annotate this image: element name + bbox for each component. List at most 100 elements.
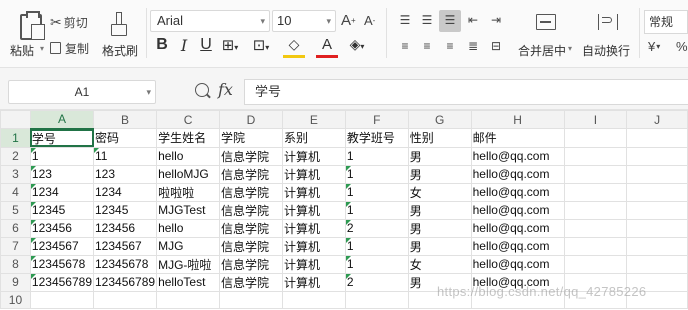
clear-format-icon[interactable]: ◈▾ <box>346 36 368 53</box>
align-top-icon[interactable]: ☰ <box>396 13 414 27</box>
cell-a4[interactable]: 1234 <box>29 182 95 202</box>
cell-c10[interactable] <box>156 290 221 310</box>
cell-d1[interactable]: 学院 <box>219 128 283 148</box>
formula-input[interactable]: 学号 <box>244 79 688 105</box>
column-header-i[interactable]: I <box>563 110 628 129</box>
align-center-icon[interactable]: ≡ <box>418 39 436 53</box>
cell-e3[interactable]: 计算机 <box>281 164 346 184</box>
cell-h8[interactable]: hello@qq.com <box>470 254 565 274</box>
cell-j9[interactable] <box>626 272 688 292</box>
font-color-icon[interactable]: A <box>316 36 338 58</box>
cell-j7[interactable] <box>626 236 688 256</box>
cell-g9[interactable]: 男 <box>407 272 472 292</box>
cell-g4[interactable]: 女 <box>407 182 472 202</box>
column-header-g[interactable]: G <box>407 110 472 129</box>
indent-decrease-icon[interactable]: ⇤ <box>464 13 482 27</box>
distributed-icon[interactable]: ⊟ <box>487 39 505 53</box>
cell-f9[interactable]: 2 <box>344 272 409 292</box>
cell-h2[interactable]: hello@qq.com <box>470 146 565 166</box>
cell-c4[interactable]: 啦啦啦 <box>156 182 221 202</box>
column-header-j[interactable]: J <box>626 110 688 129</box>
cell-d3[interactable]: 信息学院 <box>219 164 283 184</box>
cell-i5[interactable] <box>563 200 628 220</box>
column-header-d[interactable]: D <box>219 110 283 129</box>
paste-button[interactable]: 粘贴 ▾ <box>6 4 48 62</box>
cell-a1[interactable]: 学号 <box>29 128 95 148</box>
cell-f2[interactable]: 1 <box>344 146 409 166</box>
cell-a8[interactable]: 12345678 <box>29 254 95 274</box>
zoom-icon[interactable] <box>195 83 209 97</box>
cell-h3[interactable]: hello@qq.com <box>470 164 565 184</box>
cell-h7[interactable]: hello@qq.com <box>470 236 565 256</box>
cell-b10[interactable] <box>92 290 158 310</box>
cell-j3[interactable] <box>626 164 688 184</box>
justify-icon[interactable]: ≣ <box>464 39 482 53</box>
cell-h4[interactable]: hello@qq.com <box>470 182 565 202</box>
cell-i7[interactable] <box>563 236 628 256</box>
align-middle-vertical-icon[interactable]: ☰ <box>418 13 436 27</box>
cell-e9[interactable]: 计算机 <box>281 272 346 292</box>
cell-b4[interactable]: 1234 <box>92 182 158 202</box>
cell-g1[interactable]: 性别 <box>407 128 472 148</box>
cell-g6[interactable]: 男 <box>407 218 472 238</box>
cell-a6[interactable]: 123456 <box>29 218 95 238</box>
align-left-icon[interactable]: ≡ <box>396 39 414 53</box>
row-header-7[interactable]: 7 <box>0 236 31 256</box>
cell-a7[interactable]: 1234567 <box>29 236 95 256</box>
cell-i2[interactable] <box>563 146 628 166</box>
cell-h1[interactable]: 邮件 <box>470 128 565 148</box>
merge-center-button[interactable]: 合并居中 ▾ <box>514 4 576 62</box>
fx-icon[interactable]: fx <box>218 80 233 99</box>
cell-g3[interactable]: 男 <box>407 164 472 184</box>
cell-e2[interactable]: 计算机 <box>281 146 346 166</box>
cell-i9[interactable] <box>563 272 628 292</box>
underline-icon[interactable]: U <box>195 36 217 54</box>
column-header-h[interactable]: H <box>470 110 565 129</box>
column-header-f[interactable]: F <box>344 110 409 129</box>
increase-font-size-icon[interactable]: A + <box>341 12 356 29</box>
cell-i4[interactable] <box>563 182 628 202</box>
cell-f7[interactable]: 1 <box>344 236 409 256</box>
select-all-corner[interactable] <box>0 110 31 129</box>
cell-a10[interactable] <box>29 290 95 310</box>
cell-b8[interactable]: 12345678 <box>92 254 158 274</box>
cell-f6[interactable]: 2 <box>344 218 409 238</box>
cell-d7[interactable]: 信息学院 <box>219 236 283 256</box>
cell-a9[interactable]: 123456789 <box>29 272 95 292</box>
fill-style-icon[interactable]: ⊡▾ <box>250 36 272 54</box>
cell-f4[interactable]: 1 <box>344 182 409 202</box>
cell-b1[interactable]: 密码 <box>92 128 158 148</box>
cell-g7[interactable]: 男 <box>407 236 472 256</box>
cell-c8[interactable]: MJG-啦啦 <box>156 254 221 274</box>
indent-increase-icon[interactable]: ⇥ <box>487 13 505 27</box>
cell-d9[interactable]: 信息学院 <box>219 272 283 292</box>
cell-d2[interactable]: 信息学院 <box>219 146 283 166</box>
row-header-2[interactable]: 2 <box>0 146 31 166</box>
cell-e4[interactable]: 计算机 <box>281 182 346 202</box>
border-icon[interactable]: ⊞▾ <box>219 36 241 54</box>
cell-b2[interactable]: 11 <box>92 146 158 166</box>
italic-icon[interactable]: I <box>173 36 195 55</box>
format-painter-button[interactable]: 格式刷 <box>98 4 142 62</box>
row-header-8[interactable]: 8 <box>0 254 31 274</box>
align-right-icon[interactable]: ≡ <box>441 39 459 53</box>
font-name-select[interactable]: Arial ▾ <box>150 10 270 32</box>
cell-b6[interactable]: 123456 <box>92 218 158 238</box>
cell-i1[interactable] <box>563 128 628 148</box>
cell-e6[interactable]: 计算机 <box>281 218 346 238</box>
cell-d8[interactable]: 信息学院 <box>219 254 283 274</box>
cell-b3[interactable]: 123 <box>92 164 158 184</box>
cell-d5[interactable]: 信息学院 <box>219 200 283 220</box>
cell-c2[interactable]: hello <box>156 146 221 166</box>
cell-f5[interactable]: 1 <box>344 200 409 220</box>
cell-f1[interactable]: 教学班号 <box>344 128 409 148</box>
cell-b9[interactable]: 123456789 <box>92 272 158 292</box>
cell-d4[interactable]: 信息学院 <box>219 182 283 202</box>
cell-a3[interactable]: 123 <box>29 164 95 184</box>
cell-e7[interactable]: 计算机 <box>281 236 346 256</box>
cell-i8[interactable] <box>563 254 628 274</box>
cell-h10[interactable] <box>470 290 565 310</box>
cell-i6[interactable] <box>563 218 628 238</box>
cell-f8[interactable]: 1 <box>344 254 409 274</box>
cell-e1[interactable]: 系别 <box>281 128 346 148</box>
